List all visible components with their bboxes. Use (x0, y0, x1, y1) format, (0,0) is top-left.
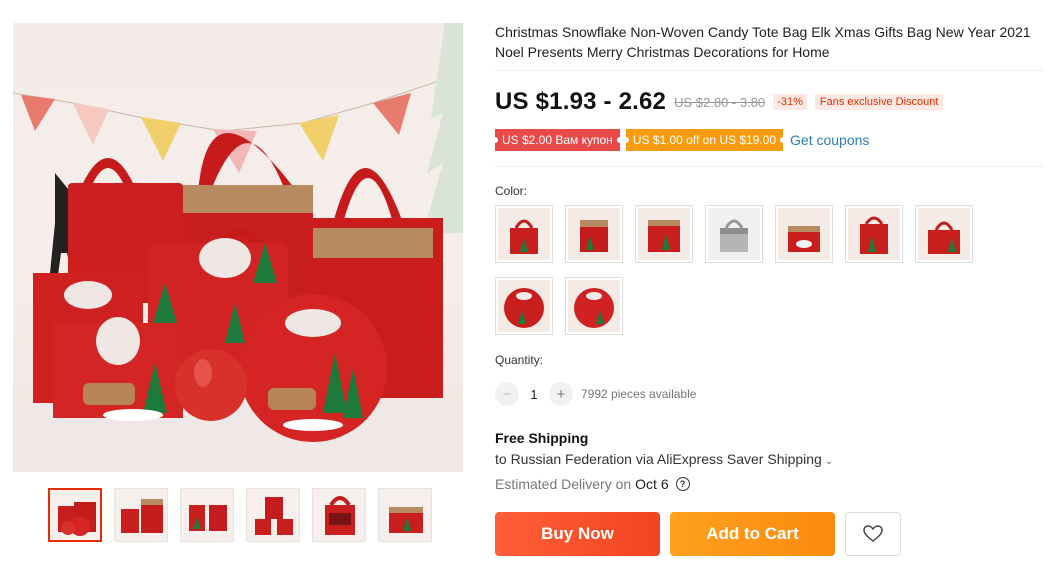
current-price: US $1.93 - 2.62 (495, 88, 667, 115)
color-option-7-image (928, 221, 960, 254)
shipping-destination-text: to Russian Federation via AliExpress Sav… (495, 451, 822, 467)
color-option-4-image (720, 219, 748, 252)
thumbnail-5-image (325, 496, 355, 535)
product-title: Christmas Snowflake Non-Woven Candy Tote… (495, 24, 1031, 60)
coupon-row: US $2.00 Вам купон US $1.00 off on US $1… (492, 129, 869, 151)
color-option-1[interactable] (495, 205, 553, 263)
color-option-1-image (510, 219, 538, 254)
stock-available: 7992 pieces available (581, 387, 697, 401)
main-product-illustration (13, 23, 463, 472)
thumbnail-4-image (255, 497, 293, 535)
color-option-3-image (648, 220, 680, 252)
buy-now-button[interactable]: Buy Now (495, 512, 660, 556)
thumbnail-6[interactable] (378, 488, 432, 542)
quantity-stepper: − 1 + 7992 pieces available (495, 382, 696, 406)
add-to-cart-button[interactable]: Add to Cart (670, 512, 835, 556)
divider (495, 166, 1043, 167)
delivery-label: Estimated Delivery on (495, 476, 632, 492)
color-option-2-image (580, 220, 608, 252)
color-option-6[interactable] (845, 205, 903, 263)
thumbnail-3-image (189, 505, 227, 531)
original-price: US $2.80 - 3.80 (674, 94, 766, 110)
color-option-4[interactable] (705, 205, 763, 263)
color-option-5-image (788, 226, 820, 252)
thumbnail-2-image (121, 499, 163, 533)
quantity-value[interactable]: 1 (519, 387, 549, 402)
thumbnail-2[interactable] (114, 488, 168, 542)
color-option-6-image (860, 216, 888, 254)
thumbnail-5[interactable] (312, 488, 366, 542)
color-option-7[interactable] (915, 205, 973, 263)
quantity-label: Quantity: (495, 353, 544, 367)
help-icon[interactable]: ? (675, 477, 690, 491)
shipping-title: Free Shipping (495, 430, 589, 446)
color-option-8-image (504, 288, 544, 328)
divider (495, 70, 1043, 71)
shipping-destination[interactable]: to Russian Federation via AliExpress Sav… (495, 451, 833, 467)
thumbnail-6-image (389, 507, 423, 533)
main-product-image[interactable] (13, 23, 463, 472)
color-option-9-image (574, 288, 614, 328)
thumbnail-3[interactable] (180, 488, 234, 542)
thumbnail-1-image (58, 502, 96, 536)
fans-discount-badge: Fans exclusive Discount (814, 94, 944, 110)
delivery-date: Oct 6 (635, 476, 669, 492)
color-option-3[interactable] (635, 205, 693, 263)
color-option-2[interactable] (565, 205, 623, 263)
color-option-9[interactable] (565, 277, 623, 335)
thumbnail-1[interactable] (48, 488, 102, 542)
estimated-delivery: Estimated Delivery on Oct 6 ? (495, 476, 690, 492)
chevron-down-icon: ⌄ (824, 456, 834, 467)
color-option-5[interactable] (775, 205, 833, 263)
discount-badge: -31% (773, 94, 807, 110)
thumbnail-strip (48, 488, 432, 542)
coupon-ticket-1[interactable]: US $2.00 Вам купон (492, 129, 623, 151)
color-label: Color: (495, 184, 528, 198)
get-coupons-link[interactable]: Get coupons (790, 132, 869, 148)
thumbnail-4[interactable] (246, 488, 300, 542)
wishlist-button[interactable] (845, 512, 901, 556)
quantity-increase-button[interactable]: + (549, 382, 573, 406)
color-option-8[interactable] (495, 277, 553, 335)
quantity-decrease-button[interactable]: − (495, 382, 519, 406)
heart-icon (863, 525, 883, 542)
coupon-ticket-2[interactable]: US $1.00 off on US $19.00 (622, 129, 787, 151)
product-info-panel: Christmas Snowflake Non-Woven Candy Tote… (492, 22, 1045, 556)
price-row: US $1.93 - 2.62 US $2.80 - 3.80 -31% Fan… (495, 88, 944, 116)
